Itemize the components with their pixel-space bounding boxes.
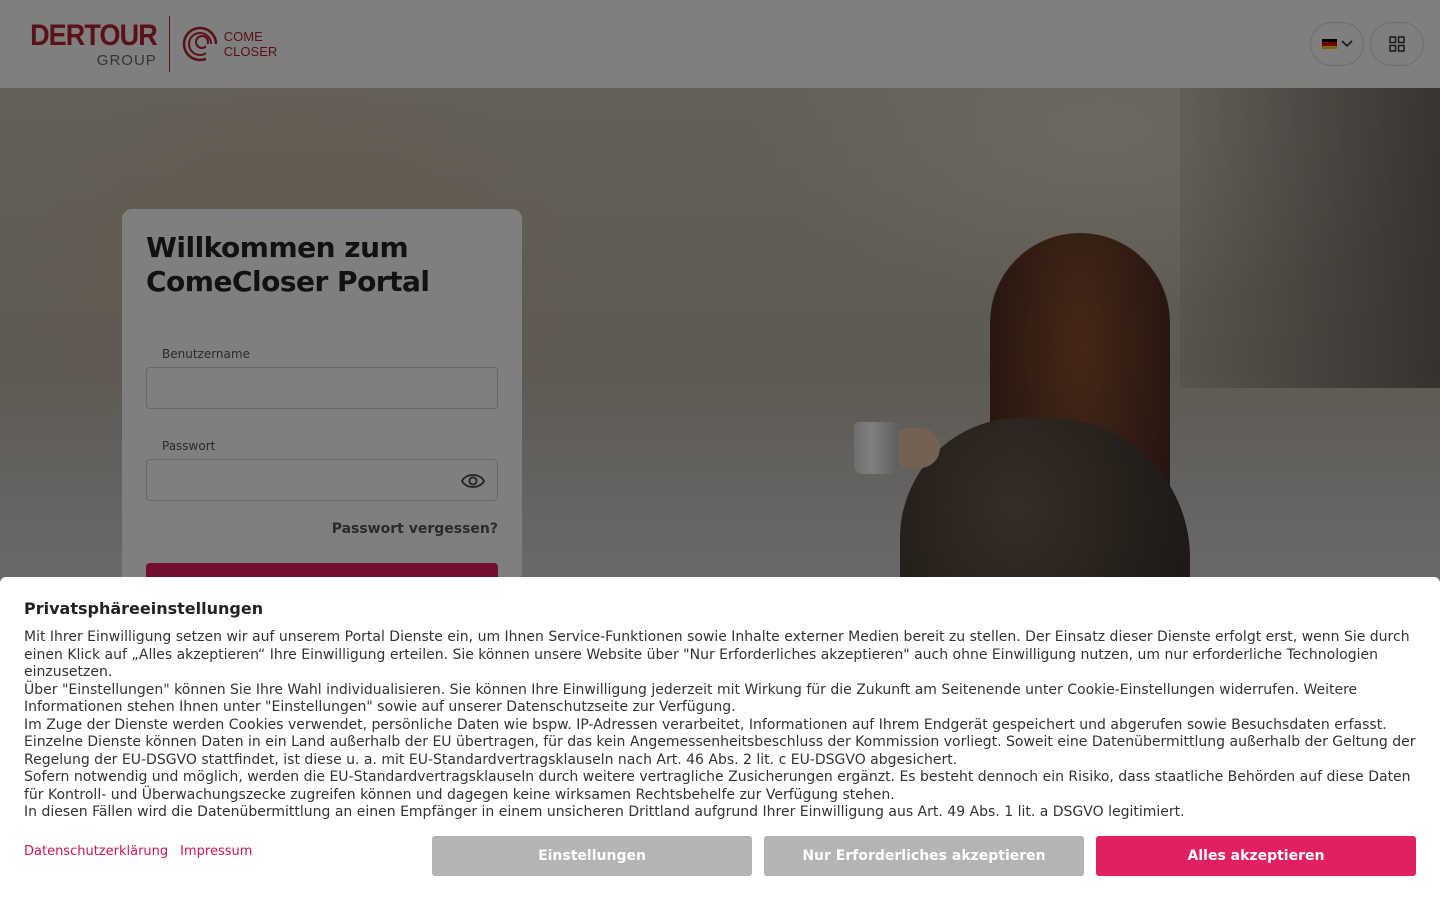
cookie-title: Privatsphäreeinstellungen [24,599,264,618]
privacy-policy-link[interactable]: Datenschutzerklärung [24,844,168,859]
cookie-paragraph: In diesen Fällen wird die Datenübermittl… [24,804,1185,820]
accept-all-button[interactable]: Alles akzeptieren [1096,836,1416,876]
cookie-paragraph: Einzelne Dienste können Daten in ein Lan… [24,734,1416,768]
accept-necessary-button[interactable]: Nur Erforderliches akzeptieren [764,836,1084,876]
cookie-paragraph: Über "Einstellungen" können Sie Ihre Wah… [24,681,1358,716]
cookie-consent-banner: Privatsphäreeinstellungen Mit Ihrer Einw… [0,577,1440,900]
cookie-paragraph: Mit Ihrer Einwilligung setzen wir auf un… [24,629,1410,680]
cookie-paragraph: Sofern notwendig und möglich, werden die… [24,769,1411,803]
cookie-settings-button[interactable]: Einstellungen [432,836,752,876]
imprint-link[interactable]: Impressum [180,844,252,859]
cookie-paragraph: Im Zuge der Dienste werden Cookies verwe… [24,716,1387,733]
